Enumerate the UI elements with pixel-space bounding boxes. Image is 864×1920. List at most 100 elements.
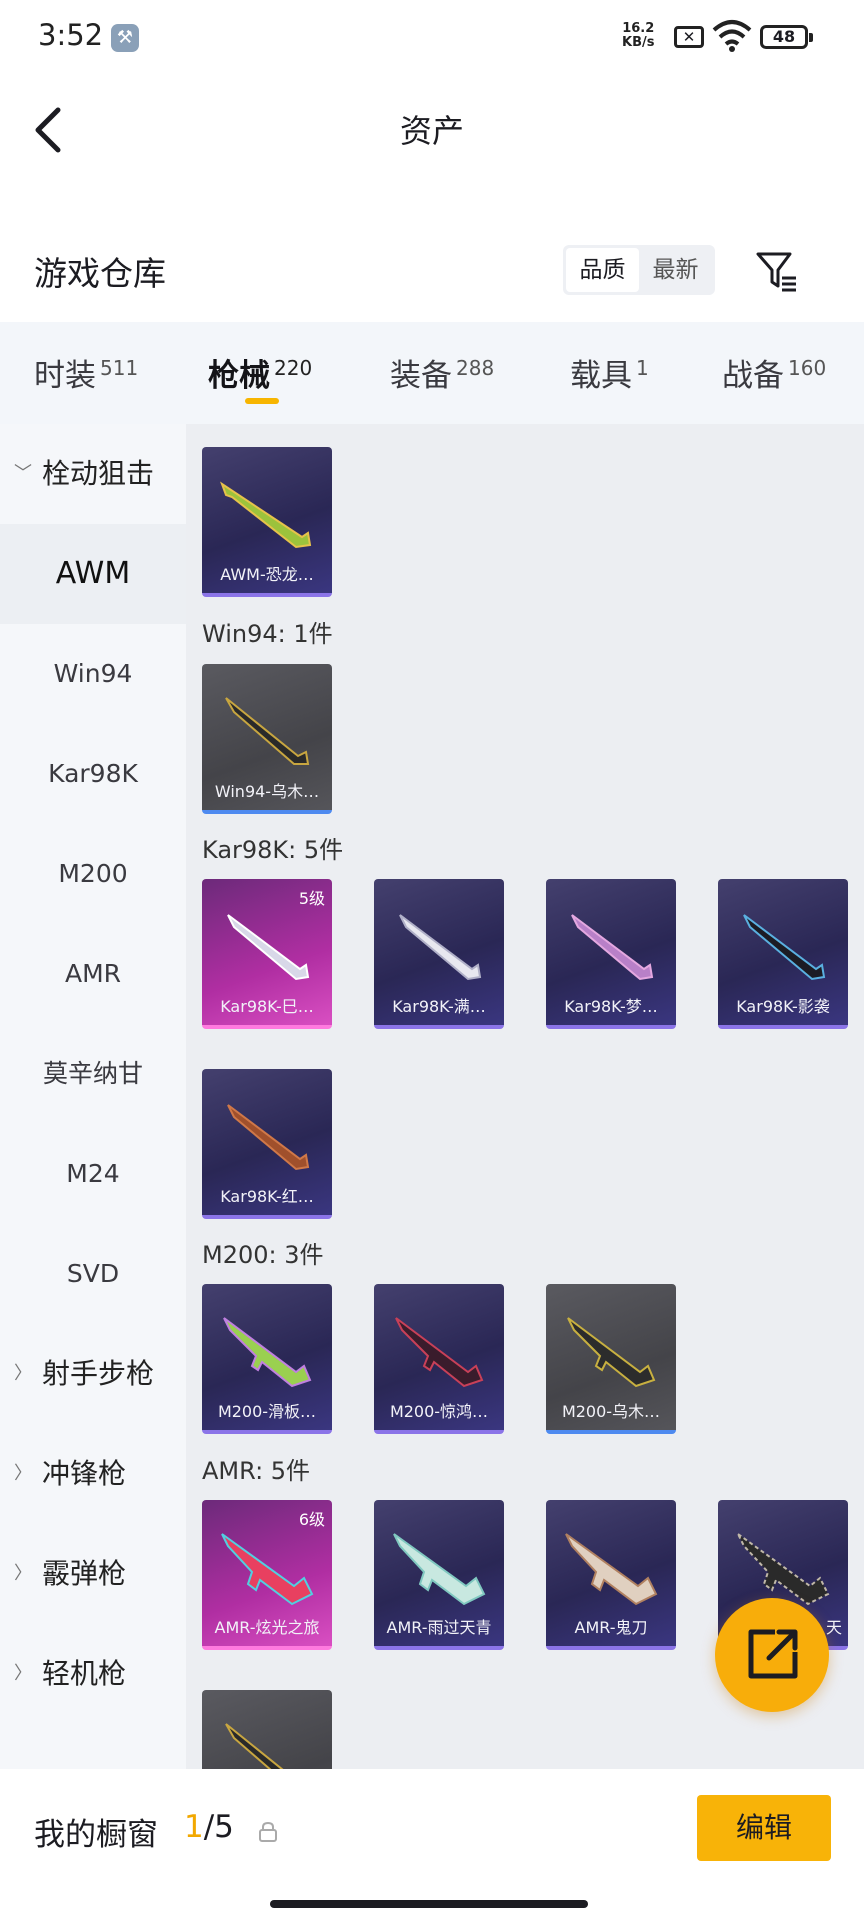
rifle-icon: [227, 1104, 310, 1171]
chevron-down-icon: ﹀: [14, 463, 32, 484]
tab-fashion[interactable]: 时装 511: [34, 350, 138, 395]
home-indicator: [270, 1900, 588, 1908]
item-card[interactable]: 5级 Kar98K-巳…: [202, 879, 332, 1029]
sidebar-item-awm[interactable]: AWM: [0, 524, 186, 624]
rifle-icon: [737, 1533, 830, 1606]
share-button[interactable]: [715, 1598, 829, 1712]
sidebar-item-label: 霰弹枪: [42, 1557, 127, 1590]
sidebar-item-m200[interactable]: M200: [0, 824, 186, 924]
item-card[interactable]: Win94-乌木…: [202, 664, 332, 814]
item-card[interactable]: Kar98K-满…: [374, 879, 504, 1029]
sidebar-item-kar98k[interactable]: Kar98K: [0, 724, 186, 824]
rifle-icon: [221, 1533, 314, 1606]
active-tab-indicator: [245, 398, 279, 404]
item-card[interactable]: M200-滑板…: [202, 1284, 332, 1434]
wifi-icon: [712, 20, 752, 52]
rifle-icon: [399, 914, 482, 981]
item-card[interactable]: AMR-鬼刀: [546, 1500, 676, 1650]
section-title: 游戏仓库: [34, 254, 166, 293]
item-name: AWM-恐龙…: [220, 565, 314, 584]
showcase-label: 我的橱窗: [34, 1817, 158, 1853]
rifle-icon: [220, 481, 312, 549]
item-card[interactable]: Kar98K-红…: [202, 1069, 332, 1219]
battery-icon: 48: [760, 25, 813, 49]
filter-icon[interactable]: [754, 248, 798, 292]
item-name: AMR-鬼刀: [574, 1618, 648, 1637]
tab-count: 288: [456, 356, 495, 380]
rifle-icon: [395, 1317, 484, 1388]
item-card[interactable]: M200-惊鸿…: [374, 1284, 504, 1434]
sort-newest-button[interactable]: 最新: [639, 248, 712, 292]
sort-toggle: 品质 最新: [563, 245, 715, 295]
edit-button[interactable]: 编辑: [697, 1795, 831, 1861]
item-name: AMR-炫光之旅: [214, 1618, 320, 1637]
item-grid: AWM-恐龙… Win94: 1件 Win94-乌木… Kar98K: 5件 5…: [186, 424, 864, 1769]
rifle-icon: [227, 914, 310, 981]
tab-label: 枪械: [208, 358, 270, 394]
item-card[interactable]: [202, 1690, 332, 1769]
tab-equipment[interactable]: 装备 288: [390, 350, 494, 395]
item-card[interactable]: 6级 AMR-炫光之旅: [202, 1500, 332, 1650]
tab-count: 220: [274, 356, 313, 380]
rifle-icon: [567, 1317, 656, 1388]
status-bar: 3:52 ⚒ 16.2 KB/s ✕ 48: [0, 0, 864, 75]
sidebar-group-smg[interactable]: 〉冲锋枪: [0, 1424, 186, 1524]
sidebar-group-shotgun[interactable]: 〉霰弹枪: [0, 1524, 186, 1624]
chevron-right-icon: 〉: [14, 1663, 32, 1684]
group-label: Kar98K: 5件: [202, 836, 344, 864]
rifle-icon: [565, 1533, 658, 1606]
item-card[interactable]: Kar98K-影袭: [718, 879, 848, 1029]
network-speed-unit: KB/s: [622, 35, 655, 50]
item-card[interactable]: AWM-恐龙…: [202, 447, 332, 597]
item-name: Kar98K-梦…: [564, 997, 658, 1016]
sim-off-icon: ✕: [674, 26, 704, 48]
sort-quality-button[interactable]: 品质: [566, 248, 639, 292]
chevron-right-icon: 〉: [14, 1563, 32, 1584]
wrench-icon: ⚒: [111, 24, 139, 52]
sidebar-item-label: 冲锋枪: [42, 1457, 127, 1490]
share-icon: [748, 1629, 798, 1679]
sidebar-item-label: 射手步枪: [42, 1357, 155, 1390]
tab-vehicles[interactable]: 载具 1: [570, 350, 649, 395]
sidebar-item-mosin[interactable]: 莫辛纳甘: [0, 1024, 186, 1124]
group-label: Win94: 1件: [202, 620, 333, 648]
item-name: M200-乌木…: [561, 1402, 661, 1421]
status-time: 3:52: [38, 18, 104, 52]
rifle-icon: [393, 1533, 486, 1606]
chevron-right-icon: 〉: [14, 1463, 32, 1484]
network-speed-value: 16.2: [622, 21, 655, 36]
network-speed: 16.2 KB/s: [622, 22, 654, 50]
sidebar-item-amr[interactable]: AMR: [0, 924, 186, 1024]
top-bar: 资产: [0, 90, 864, 170]
showcase-total: /5: [203, 1809, 234, 1845]
sidebar-item-win94[interactable]: Win94: [0, 624, 186, 724]
item-card[interactable]: Kar98K-梦…: [546, 879, 676, 1029]
tab-firearms[interactable]: 枪械 220: [208, 350, 312, 395]
sidebar-group-lmg[interactable]: 〉轻机枪: [0, 1624, 186, 1724]
rifle-icon: [225, 1723, 284, 1769]
sidebar-group-marksman[interactable]: 〉射手步枪: [0, 1324, 186, 1424]
sidebar-item-svd[interactable]: SVD: [0, 1224, 186, 1324]
sidebar-group-bolt-action[interactable]: ﹀ 栓动狙击: [0, 424, 186, 524]
rifle-icon: [225, 697, 310, 765]
chevron-right-icon: 〉: [14, 1363, 32, 1384]
group-label: M200: 3件: [202, 1241, 324, 1269]
tab-count: 1: [636, 356, 649, 380]
tab-count: 511: [100, 356, 139, 380]
item-card[interactable]: AMR-雨过天青: [374, 1500, 504, 1650]
weapon-type-sidebar: ﹀ 栓动狙击 AWM Win94 Kar98K M200 AMR 莫辛纳甘 M24…: [0, 424, 186, 1769]
rifle-icon: [743, 914, 826, 981]
item-name: Kar98K-红…: [220, 1187, 314, 1206]
tab-label: 战备: [722, 358, 784, 394]
sidebar-item-m24[interactable]: M24: [0, 1124, 186, 1224]
tab-supplies[interactable]: 战备 160: [722, 350, 826, 395]
showcase-current: 1: [184, 1809, 204, 1845]
item-card[interactable]: M200-乌木…: [546, 1284, 676, 1434]
tab-count: 160: [788, 356, 827, 380]
item-name: Win94-乌木…: [214, 782, 320, 801]
item-name: AMR-雨过天青: [386, 1618, 492, 1637]
rifle-icon: [223, 1317, 312, 1388]
category-tabs: 时装 511 枪械 220 装备 288 载具 1 战备 160: [0, 322, 864, 424]
tab-label: 装备: [390, 358, 452, 394]
bottom-bar: 我的橱窗 1/5 编辑: [0, 1769, 864, 1920]
